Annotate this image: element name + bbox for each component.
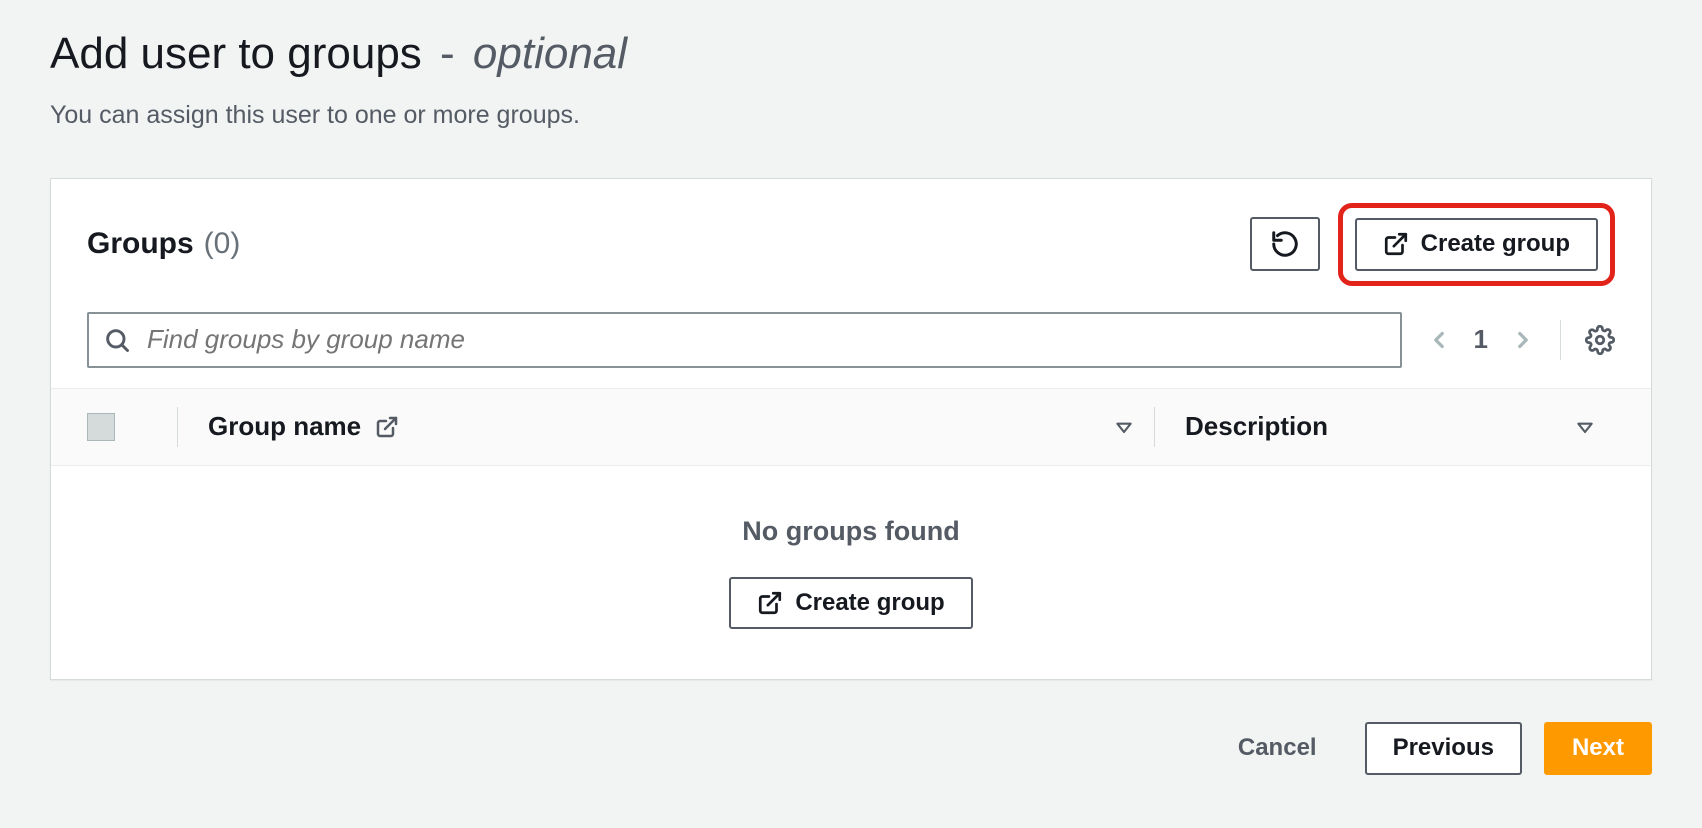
empty-state-message: No groups found <box>51 516 1651 547</box>
previous-label: Previous <box>1393 734 1494 763</box>
sort-icon <box>1575 417 1595 437</box>
next-button[interactable]: Next <box>1544 722 1652 775</box>
cancel-button[interactable]: Cancel <box>1212 724 1343 773</box>
groups-panel-header: Groups (0) <box>51 179 1651 302</box>
page-title-optional: optional <box>473 29 627 78</box>
create-group-highlight: Create group <box>1338 203 1615 286</box>
next-label: Next <box>1572 734 1624 763</box>
empty-create-group-label: Create group <box>795 589 944 618</box>
refresh-button[interactable] <box>1250 217 1320 271</box>
external-link-icon <box>375 415 399 439</box>
groups-toolbar: 1 <box>51 302 1651 388</box>
select-all-cell <box>87 413 177 441</box>
groups-panel-title: Groups <box>87 227 194 261</box>
paginator: 1 <box>1426 324 1536 355</box>
page-number: 1 <box>1474 324 1488 355</box>
settings-button[interactable] <box>1585 325 1615 355</box>
page-title-separator: - <box>428 29 467 78</box>
previous-button[interactable]: Previous <box>1365 722 1522 775</box>
column-description[interactable]: Description <box>1185 411 1615 442</box>
next-page-button[interactable] <box>1510 327 1536 353</box>
prev-page-button[interactable] <box>1426 327 1452 353</box>
column-divider <box>1154 407 1155 447</box>
empty-create-group-button[interactable]: Create group <box>729 577 972 630</box>
search-icon <box>103 326 131 354</box>
table-header-row: Group name Description <box>51 388 1651 466</box>
gear-icon <box>1585 325 1615 355</box>
empty-state: No groups found Create group <box>51 466 1651 680</box>
divider <box>1560 320 1561 360</box>
column-description-label: Description <box>1185 411 1328 442</box>
groups-panel: Groups (0) <box>50 178 1652 681</box>
external-link-icon <box>1383 231 1409 257</box>
groups-panel-count: (0) <box>204 227 241 261</box>
create-group-button-label: Create group <box>1421 230 1570 259</box>
wizard-footer: Cancel Previous Next <box>50 722 1652 775</box>
cancel-label: Cancel <box>1238 734 1317 763</box>
column-divider <box>177 407 178 447</box>
select-all-checkbox[interactable] <box>87 413 115 441</box>
create-group-button[interactable]: Create group <box>1355 218 1598 271</box>
page-subtitle: You can assign this user to one or more … <box>50 101 1652 130</box>
search-input[interactable] <box>87 312 1402 368</box>
sort-icon <box>1114 417 1134 437</box>
search-wrapper <box>87 312 1402 368</box>
page-title: Add user to groups - optional <box>50 28 1652 81</box>
refresh-icon <box>1270 229 1300 259</box>
external-link-icon <box>757 590 783 616</box>
column-group-name-label: Group name <box>208 411 361 442</box>
page-title-main: Add user to groups <box>50 29 422 78</box>
column-group-name[interactable]: Group name <box>208 411 1154 442</box>
